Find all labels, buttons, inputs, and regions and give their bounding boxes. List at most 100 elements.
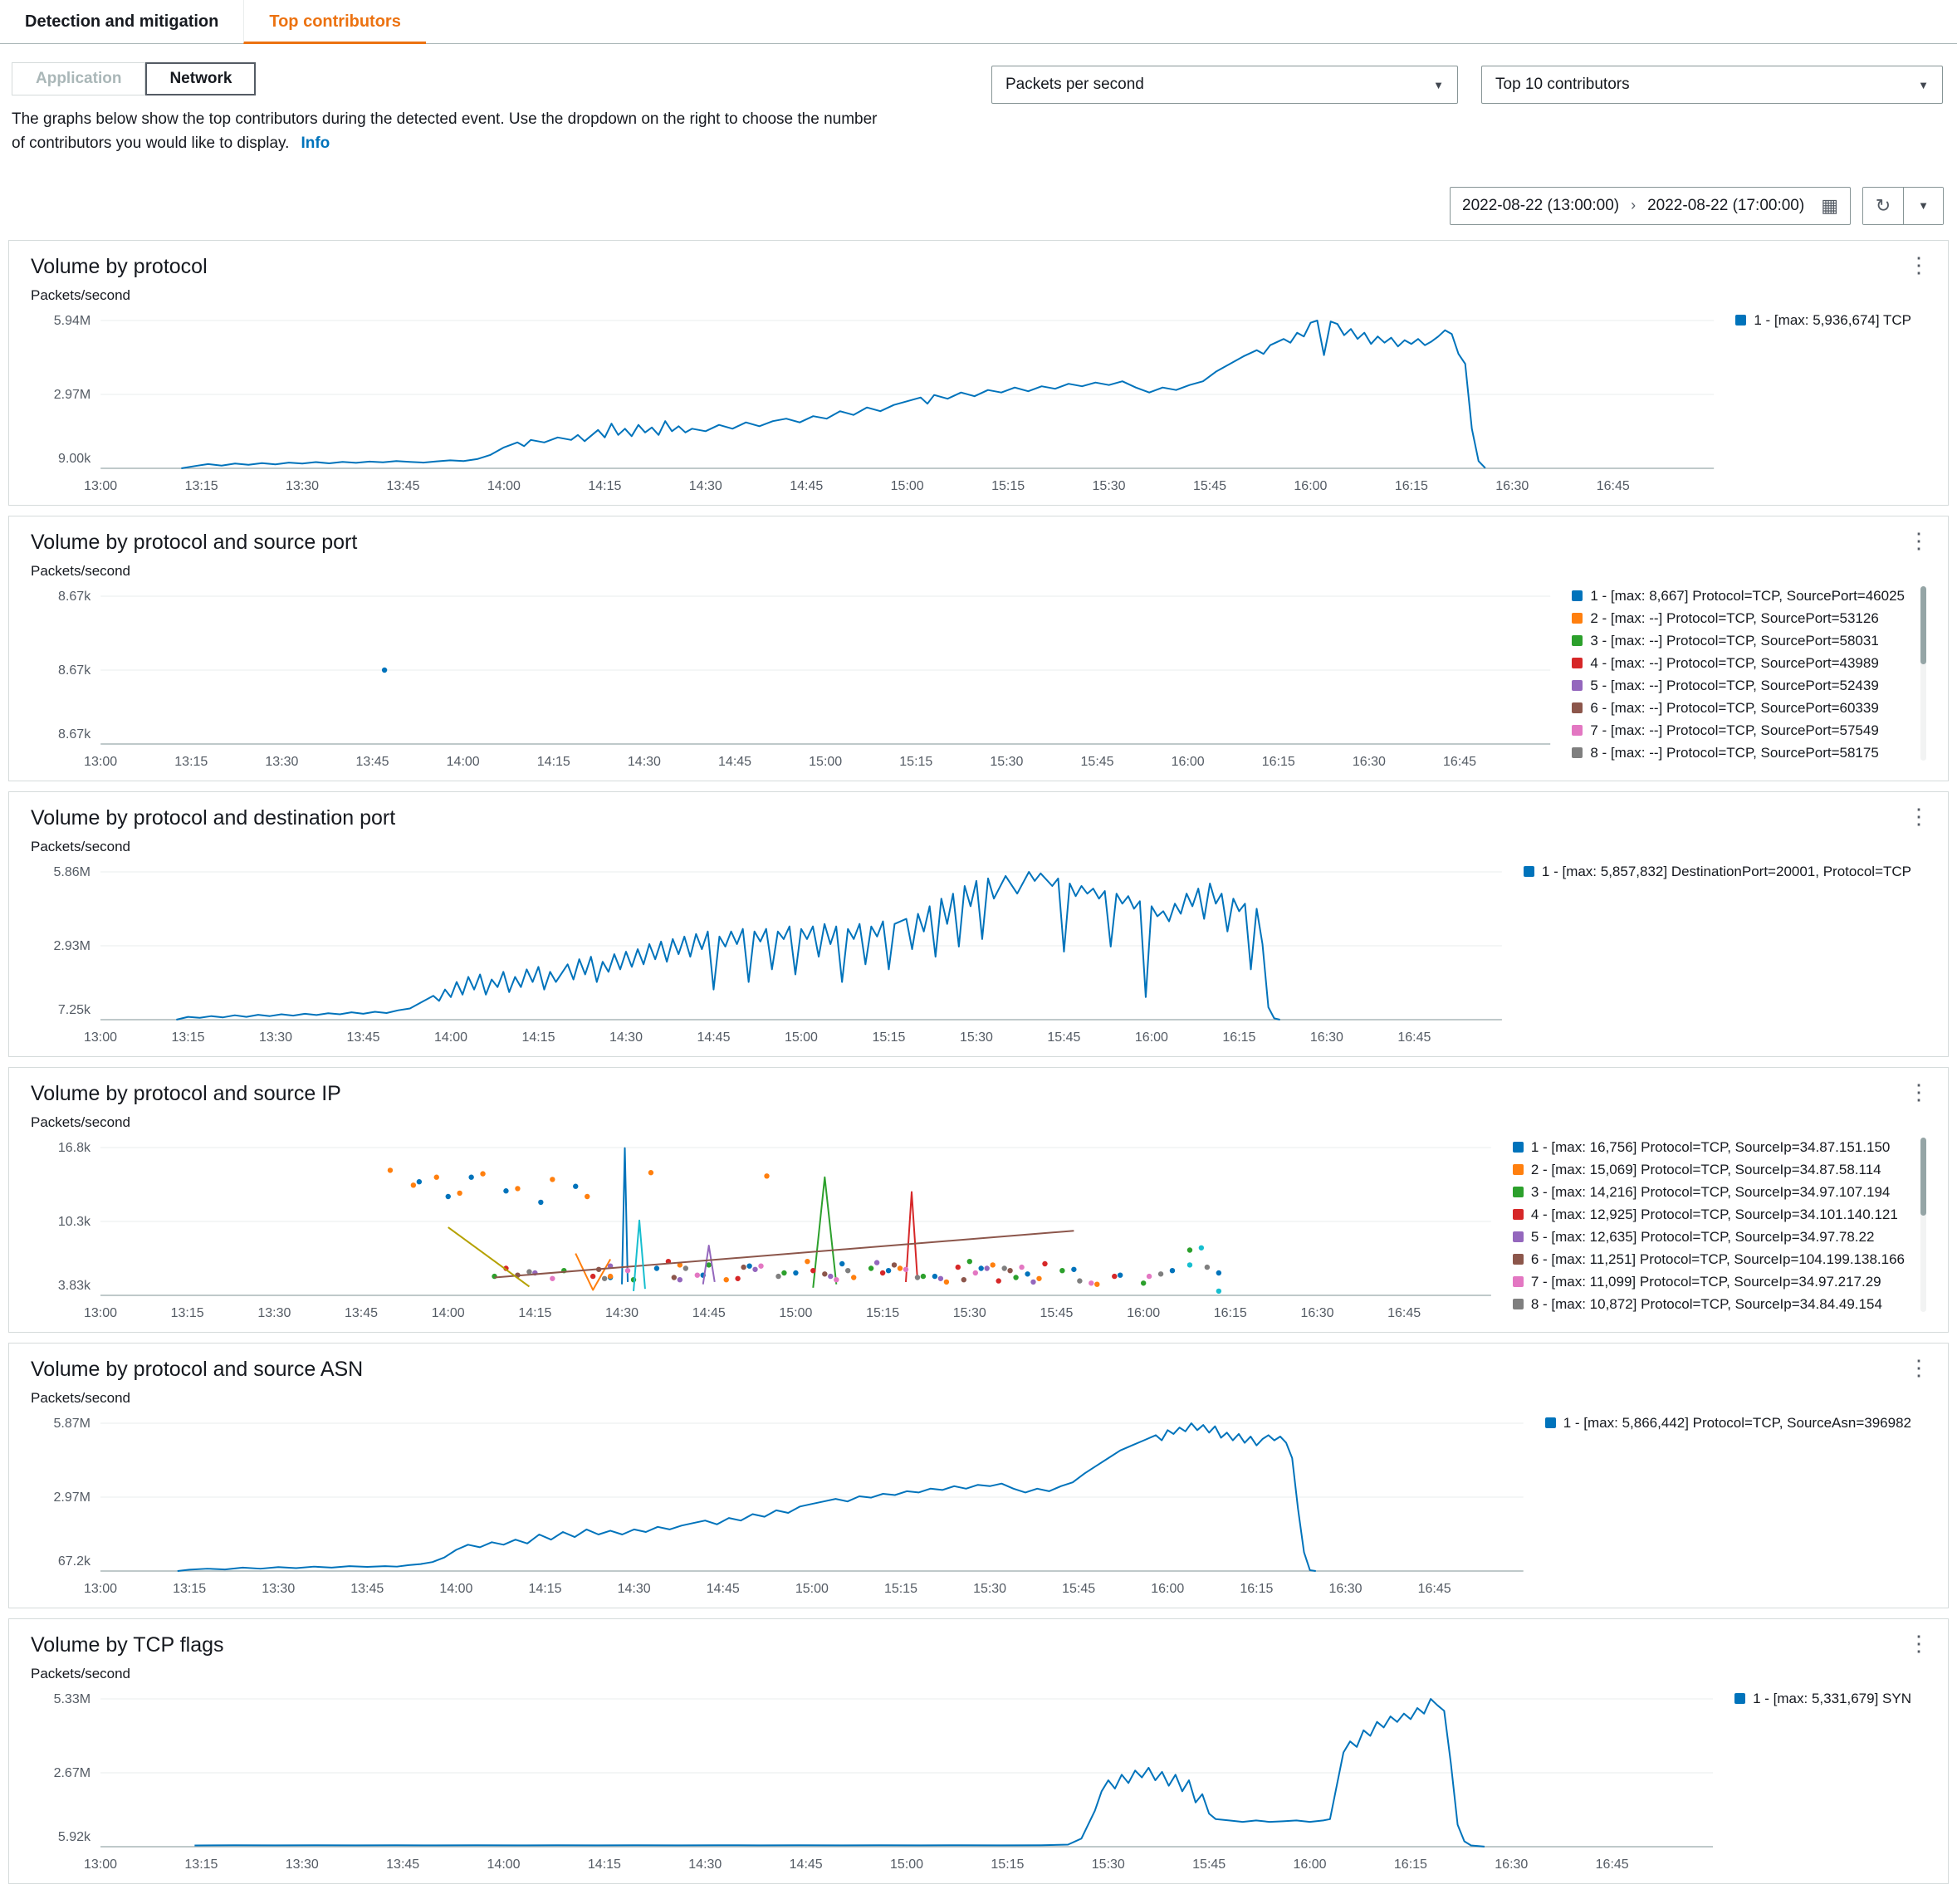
date-range-picker[interactable]: 2022-08-22 (13:00:00) › 2022-08-22 (17:0… [1450, 186, 1851, 225]
chart-title: Volume by protocol and source ASN [31, 1357, 364, 1381]
svg-text:15:00: 15:00 [795, 1582, 829, 1596]
chevron-down-icon: ▼ [1918, 78, 1929, 91]
chart-panel: Volume by protocol and source ASN ⋮ Pack… [8, 1342, 1949, 1608]
legend-item[interactable]: 5 - [max: --] Protocol=TCP, SourcePort=5… [1572, 674, 1905, 697]
chart-row: 8.67k 8.67k 8.67k 13:00 13:15 13:30 13:45 14:00… [31, 581, 1926, 772]
svg-text:14:45: 14:45 [692, 1306, 726, 1320]
svg-text:15:45: 15:45 [1040, 1306, 1073, 1320]
svg-text:15:00: 15:00 [809, 755, 842, 769]
kebab-menu-button[interactable]: ⋮ [1901, 1629, 1936, 1657]
legend-swatch-icon [1512, 1186, 1524, 1197]
svg-text:16:00: 16:00 [1127, 1306, 1160, 1320]
legend-item[interactable]: 6 - [max: 11,251] Protocol=TCP, SourceIp… [1512, 1248, 1905, 1270]
svg-text:14:00: 14:00 [432, 1306, 465, 1320]
svg-text:13:15: 13:15 [184, 1858, 218, 1872]
legend-scrollbar[interactable] [1920, 585, 1926, 761]
chart-plot-area[interactable]: 5.94M 2.97M 9.00k 13:00 13:15 13:30 13:45 14:00… [31, 306, 1719, 497]
legend-item[interactable]: 1 - [max: 8,667] Protocol=TCP, SourcePor… [1572, 585, 1905, 607]
svg-text:15:45: 15:45 [1081, 755, 1114, 769]
kebab-menu-button[interactable]: ⋮ [1901, 526, 1936, 555]
legend-item[interactable]: 4 - [max: 12,925] Protocol=TCP, SourceIp… [1512, 1203, 1905, 1226]
legend-item[interactable]: 1 - [max: 5,857,832] DestinationPort=200… [1523, 860, 1911, 883]
legend-swatch-icon [1572, 657, 1583, 668]
tab-top-contributors[interactable]: Top contributors [243, 0, 426, 44]
legend-swatch-icon [1572, 612, 1583, 624]
legend-swatch-icon [1512, 1163, 1524, 1175]
svg-text:16:00: 16:00 [1172, 755, 1205, 769]
legend-label: 8 - [max: 10,872] Protocol=TCP, SourceIp… [1530, 1295, 1882, 1312]
legend-item[interactable]: 1 - [max: 16,756] Protocol=TCP, SourceIp… [1512, 1136, 1905, 1158]
svg-text:13:15: 13:15 [171, 1030, 204, 1045]
svg-text:15:15: 15:15 [872, 1030, 905, 1045]
legend-label: 2 - [max: 15,069] Protocol=TCP, SourceIp… [1530, 1161, 1881, 1177]
chart-plot-area[interactable]: 5.87M 2.97M 67.2k 13:00 13:15 13:30 13:45 14:00… [31, 1408, 1529, 1599]
svg-text:13:30: 13:30 [286, 1858, 319, 1872]
svg-text:15:30: 15:30 [973, 1582, 1006, 1596]
date-range-end: 2022-08-22 (17:00:00) [1647, 196, 1805, 214]
svg-text:16:45: 16:45 [1397, 1030, 1431, 1045]
kebab-menu-button[interactable]: ⋮ [1901, 1078, 1936, 1106]
svg-text:13:00: 13:00 [84, 1306, 117, 1320]
legend-swatch-icon [1512, 1253, 1524, 1265]
legend-item[interactable]: 8 - [max: --] Protocol=TCP, SourcePort=5… [1572, 742, 1905, 764]
legend-label: 1 - [max: 5,866,442] Protocol=TCP, Sourc… [1563, 1414, 1911, 1431]
chart-legend: 1 - [max: 5,866,442] Protocol=TCP, Sourc… [1529, 1408, 1926, 1434]
application-toggle-button[interactable]: Application [12, 62, 146, 95]
legend-item[interactable]: 5 - [max: 12,635] Protocol=TCP, SourceIp… [1512, 1226, 1905, 1248]
legend-item[interactable]: 6 - [max: --] Protocol=TCP, SourcePort=6… [1572, 697, 1905, 719]
svg-text:2.97M: 2.97M [54, 1490, 91, 1505]
legend-item[interactable]: 2 - [max: 15,069] Protocol=TCP, SourceIp… [1512, 1158, 1905, 1181]
svg-text:14:45: 14:45 [790, 1858, 823, 1872]
svg-text:9.00k: 9.00k [58, 452, 91, 466]
chart-plot-area[interactable]: 8.67k 8.67k 8.67k 13:00 13:15 13:30 13:45 14:00… [31, 581, 1555, 772]
chart-title: Volume by protocol [31, 254, 208, 278]
kebab-menu-button[interactable]: ⋮ [1901, 251, 1936, 279]
kebab-menu-button[interactable]: ⋮ [1901, 1353, 1936, 1382]
legend-scrollbar-thumb[interactable] [1920, 1137, 1926, 1216]
kebab-icon: ⋮ [1908, 1079, 1930, 1104]
legend-item[interactable]: 4 - [max: --] Protocol=TCP, SourcePort=4… [1572, 652, 1905, 674]
refresh-icon: ↻ [1875, 194, 1891, 216]
svg-text:14:45: 14:45 [718, 755, 751, 769]
legend-item[interactable]: 1 - [max: 5,331,679] SYN [1734, 1687, 1911, 1710]
svg-text:14:15: 14:15 [588, 1858, 621, 1872]
tab-detection-and-mitigation[interactable]: Detection and mitigation [0, 0, 243, 44]
svg-text:13:45: 13:45 [346, 1030, 379, 1045]
svg-text:13:30: 13:30 [262, 1582, 295, 1596]
refresh-options-button[interactable]: ▼ [1903, 187, 1943, 224]
panels: Volume by protocol ⋮ Packets/second 5.94… [0, 239, 1957, 1904]
chart-plot-area[interactable]: 5.86M 2.93M 7.25k 13:00 13:15 13:30 13:45 14:00… [31, 857, 1507, 1048]
svg-text:13:15: 13:15 [173, 1582, 206, 1596]
network-toggle-button[interactable]: Network [145, 62, 257, 95]
svg-text:13:00: 13:00 [84, 1030, 117, 1045]
contributor-count-select[interactable]: Top 10 contributors ▼ [1481, 66, 1943, 104]
svg-text:3.83k: 3.83k [58, 1279, 91, 1293]
legend-label: 1 - [max: 5,936,674] TCP [1754, 311, 1911, 328]
svg-text:15:30: 15:30 [1093, 479, 1126, 493]
legend-label: 7 - [max: 11,099] Protocol=TCP, SourceIp… [1530, 1273, 1881, 1290]
legend-item[interactable]: 7 - [max: 11,099] Protocol=TCP, SourceIp… [1512, 1270, 1905, 1293]
metric-select[interactable]: Packets per second ▼ [991, 66, 1458, 104]
kebab-menu-button[interactable]: ⋮ [1901, 802, 1936, 830]
legend-item[interactable]: 2 - [max: --] Protocol=TCP, SourcePort=5… [1572, 607, 1905, 629]
chart-plot-area[interactable]: 16.8k 10.3k 3.83k 13:00 13:15 13:30 13:45 14:00… [31, 1133, 1496, 1324]
legend-item[interactable]: 8 - [max: 10,872] Protocol=TCP, SourceIp… [1512, 1293, 1905, 1315]
controls-section: Application Network The graphs below sho… [0, 44, 1957, 175]
chart-title: Volume by protocol and destination port [31, 805, 396, 830]
legend-scrollbar-thumb[interactable] [1920, 585, 1926, 665]
svg-text:13:45: 13:45 [356, 755, 389, 769]
legend-scrollbar[interactable] [1920, 1137, 1926, 1312]
legend-item[interactable]: 1 - [max: 5,936,674] TCP [1735, 309, 1911, 331]
y-axis-label: Packets/second [31, 1389, 131, 1406]
svg-text:14:00: 14:00 [439, 1582, 472, 1596]
legend-label: 3 - [max: --] Protocol=TCP, SourcePort=5… [1590, 632, 1879, 649]
info-link[interactable]: Info [301, 135, 330, 152]
legend-item[interactable]: 3 - [max: --] Protocol=TCP, SourcePort=5… [1572, 629, 1905, 652]
legend-item[interactable]: 3 - [max: 14,216] Protocol=TCP, SourceIp… [1512, 1181, 1905, 1203]
legend-item[interactable]: 1 - [max: 5,866,442] Protocol=TCP, Sourc… [1544, 1412, 1911, 1434]
chart-plot-area[interactable]: 5.33M 2.67M 5.92k 13:00 13:15 13:30 13:45 14:00… [31, 1684, 1718, 1875]
calendar-icon: ▦ [1821, 194, 1838, 216]
kebab-icon: ⋮ [1908, 1630, 1930, 1656]
refresh-button[interactable]: ↻ [1863, 187, 1903, 224]
legend-item[interactable]: 7 - [max: --] Protocol=TCP, SourcePort=5… [1572, 719, 1905, 742]
